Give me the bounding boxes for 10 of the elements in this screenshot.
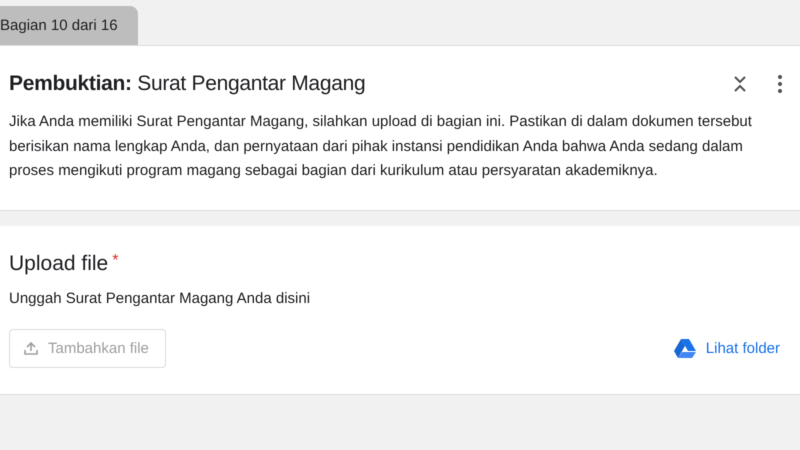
section-title: Pembuktian: Surat Pengantar Magang — [9, 72, 366, 96]
question-title: Upload file — [9, 252, 108, 276]
view-folder-link[interactable]: Lihat folder — [674, 338, 780, 358]
more-options-button[interactable] — [777, 74, 783, 94]
required-mark: * — [112, 252, 118, 270]
section-description: Jika Anda memiliki Surat Pengantar Magang, silahkan upload di bagian ini. Pastikan di dalam dokumen tersebut berisikan nama lengkap Anda, dan pernyataan dari pihak instansi pendidikan Anda bahwa Anda sedang dalam proses mengikuti program magang sebagai bagian dari kurikulum atau persyaratan akademiknya. — [9, 112, 753, 181]
question-description: Unggah Surat Pengantar Magang Anda disini — [9, 290, 312, 306]
collapse-button[interactable] — [733, 74, 747, 94]
drive-triangle-icon — [674, 338, 696, 358]
upload-icon — [24, 341, 38, 355]
